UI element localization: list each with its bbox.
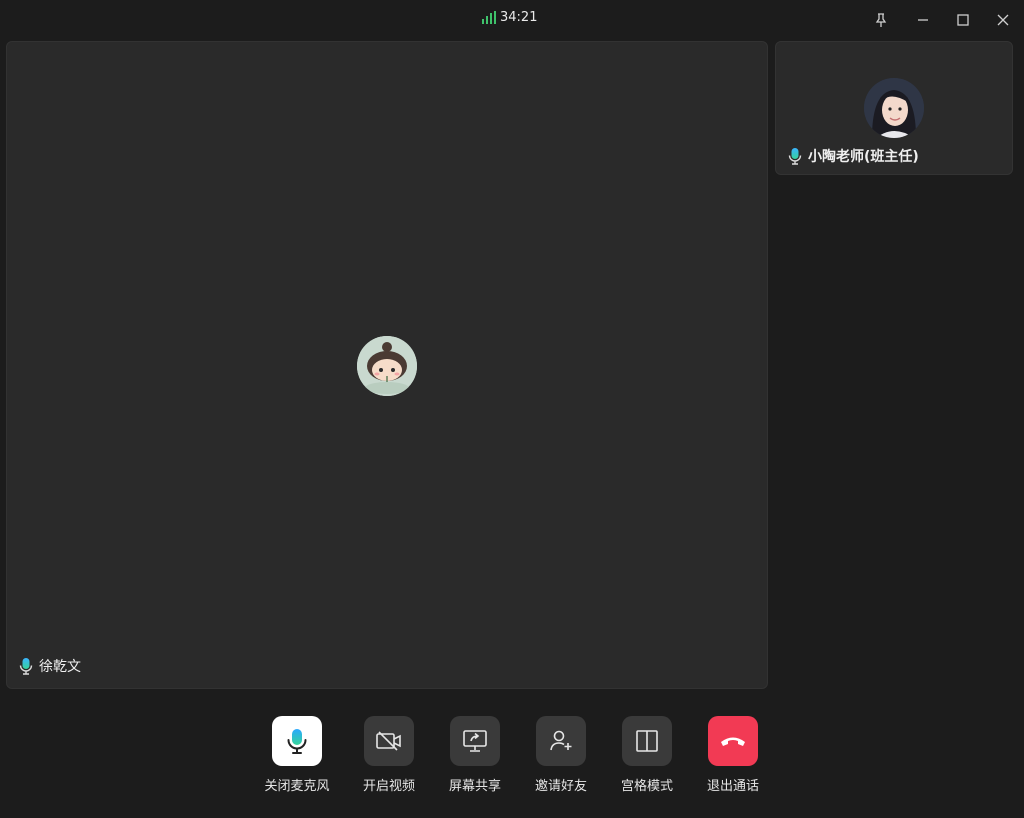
close-icon (997, 14, 1009, 26)
signal-strength-icon (482, 11, 496, 24)
invite-friend-label: 邀请好友 (534, 779, 587, 794)
mute-microphone-control[interactable]: 关闭麦克风 (252, 716, 342, 794)
mute-microphone-label: 关闭麦克风 (264, 779, 330, 794)
main-participant-avatar (357, 336, 417, 396)
screen-share-control[interactable]: 屏幕共享 (430, 716, 520, 794)
side-participant-avatar (864, 78, 924, 138)
start-video-label: 开启视频 (362, 779, 415, 794)
hang-up-icon (721, 737, 745, 746)
grid-layout-icon (636, 730, 658, 752)
exit-call-control[interactable]: 退出通话 (688, 716, 778, 794)
side-participant-name: 小陶老师(班主任) (808, 149, 919, 165)
maximize-button[interactable] (952, 9, 974, 31)
video-control[interactable]: 开启视频 (344, 716, 434, 794)
microphone-icon (19, 658, 33, 675)
microphone-icon (788, 148, 802, 165)
minimize-icon (918, 19, 928, 21)
title-bar: 34:21 (0, 0, 1024, 38)
start-video-button[interactable] (364, 716, 414, 766)
call-duration: 34:21 (500, 10, 538, 25)
pin-button[interactable] (870, 9, 892, 31)
add-user-icon (550, 730, 572, 751)
close-button[interactable] (992, 9, 1014, 31)
grid-mode-control[interactable]: 宫格模式 (602, 716, 692, 794)
maximize-icon (957, 14, 969, 26)
microphone-icon (287, 729, 307, 754)
side-video-tile[interactable]: 小陶老师(班主任) (775, 41, 1013, 175)
grid-mode-button[interactable] (622, 716, 672, 766)
screen-share-label: 屏幕共享 (448, 779, 501, 794)
main-participant-name: 徐乾文 (39, 659, 81, 675)
exit-call-button[interactable] (708, 716, 758, 766)
main-video-tile[interactable]: 徐乾文 (6, 41, 768, 689)
call-toolbar: 关闭麦克风 开启视频 屏幕共享 邀请好友 宫格模式 退出通话 (0, 700, 1024, 818)
main-participant-label: 徐乾文 (19, 656, 81, 676)
exit-call-label: 退出通话 (706, 779, 759, 794)
video-off-icon (376, 731, 401, 751)
invite-friend-button[interactable] (536, 716, 586, 766)
call-timer: 34:21 (482, 10, 537, 25)
screen-share-icon (463, 730, 487, 752)
call-window: 34:21 徐乾文 小陶老师(班主任) 关闭麦克风 开启视频 屏幕共享 邀请好友… (0, 0, 1024, 818)
invite-friend-control[interactable]: 邀请好友 (516, 716, 606, 794)
minimize-button[interactable] (912, 9, 934, 31)
side-participant-label: 小陶老师(班主任) (788, 146, 919, 166)
mute-microphone-button[interactable] (272, 716, 322, 766)
screen-share-button[interactable] (450, 716, 500, 766)
pin-icon (875, 13, 887, 27)
grid-mode-label: 宫格模式 (620, 779, 673, 794)
